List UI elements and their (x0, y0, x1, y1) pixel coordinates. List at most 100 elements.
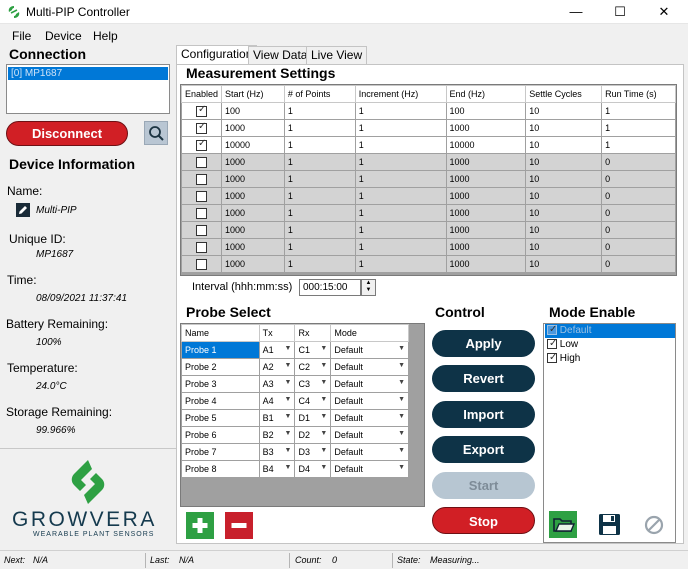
cell-end[interactable]: 1000 (445, 119, 527, 137)
chevron-down-icon[interactable]: ▼ (398, 464, 405, 474)
enabled-cell[interactable] (180, 238, 223, 256)
probe-mode-dropdown[interactable]: Default ▼ (330, 426, 409, 444)
probe-name-cell[interactable]: Probe 7 (181, 443, 260, 461)
cell-start[interactable]: 1000 (221, 119, 285, 137)
disconnect-button[interactable]: Disconnect (6, 121, 128, 146)
col-name[interactable]: Name (181, 324, 260, 342)
cell-settle[interactable]: 10 (525, 136, 603, 154)
cell-inc[interactable]: 1 (354, 187, 447, 205)
chevron-down-icon[interactable]: ▼ (285, 413, 292, 423)
chevron-down-icon[interactable]: ▼ (398, 396, 405, 406)
cell-inc[interactable]: 1 (354, 153, 447, 171)
chevron-down-icon[interactable]: ▼ (320, 447, 327, 457)
cell-points[interactable]: 1 (283, 238, 356, 256)
cell-end[interactable]: 1000 (445, 170, 527, 188)
probe-tx-dropdown[interactable]: A3 ▼ (258, 375, 296, 393)
cell-end[interactable]: 1000 (445, 204, 527, 222)
cell-settle[interactable]: 10 (525, 238, 603, 256)
cell-run[interactable]: 0 (601, 170, 676, 188)
col-tx[interactable]: Tx (258, 324, 296, 342)
enabled-cell[interactable] (180, 119, 223, 137)
combo[interactable]: C3 ▼ (298, 379, 327, 389)
probe-rx-dropdown[interactable]: C2 ▼ (294, 358, 332, 376)
cell-inc[interactable]: 1 (354, 170, 447, 188)
cell-points[interactable]: 1 (283, 102, 356, 120)
chevron-down-icon[interactable]: ▼ (285, 396, 292, 406)
combo[interactable]: A3 ▼ (263, 379, 292, 389)
enabled-cell[interactable] (180, 221, 223, 239)
combo[interactable]: C4 ▼ (298, 396, 327, 406)
open-folder-button[interactable] (549, 511, 577, 538)
cell-run[interactable]: 0 (601, 221, 676, 239)
probe-mode-dropdown[interactable]: Default ▼ (330, 392, 409, 410)
probe-mode-dropdown[interactable]: Default ▼ (330, 358, 409, 376)
cell-settle[interactable]: 10 (525, 102, 603, 120)
menu-help[interactable]: Help (93, 29, 118, 43)
cell-settle[interactable]: 10 (525, 255, 603, 273)
col-points[interactable]: # of Points (283, 85, 356, 103)
combo[interactable]: Default ▼ (334, 430, 405, 440)
cell-settle[interactable]: 10 (525, 170, 603, 188)
cell-settle[interactable]: 10 (525, 119, 603, 137)
minimize-button[interactable]: — (554, 0, 598, 24)
chevron-down-icon[interactable]: ▼ (320, 413, 327, 423)
chevron-down-icon[interactable]: ▼ (285, 362, 292, 372)
probe-rx-dropdown[interactable]: C3 ▼ (294, 375, 332, 393)
cell-points[interactable]: 1 (283, 187, 356, 205)
combo[interactable]: D4 ▼ (298, 464, 327, 474)
cell-inc[interactable]: 1 (354, 136, 447, 154)
cell-start[interactable]: 1000 (221, 221, 285, 239)
tab-view-data[interactable]: View Data (248, 46, 313, 64)
maximize-button[interactable]: ☐ (598, 0, 642, 24)
probe-mode-dropdown[interactable]: Default ▼ (330, 409, 409, 427)
probe-name-cell[interactable]: Probe 2 (181, 358, 260, 376)
probe-tx-dropdown[interactable]: B2 ▼ (258, 426, 296, 444)
combo[interactable]: D3 ▼ (298, 447, 327, 457)
probe-rx-dropdown[interactable]: D3 ▼ (294, 443, 332, 461)
tab-live-view[interactable]: Live View (306, 46, 368, 64)
cell-run[interactable]: 1 (601, 119, 676, 137)
cell-points[interactable]: 1 (283, 221, 356, 239)
cell-end[interactable]: 10000 (445, 136, 527, 154)
cell-run[interactable]: 0 (601, 187, 676, 205)
interval-input[interactable]: 000:15:00 (299, 279, 361, 296)
remove-probe-button[interactable] (225, 512, 253, 539)
cell-settle[interactable]: 10 (525, 153, 603, 171)
probe-name-cell[interactable]: Probe 1 (181, 341, 260, 359)
combo[interactable]: Default ▼ (334, 379, 405, 389)
enabled-checkbox[interactable] (196, 207, 208, 219)
probe-name-cell[interactable]: Probe 8 (181, 460, 260, 478)
chevron-down-icon[interactable]: ▼ (320, 362, 327, 372)
cell-run[interactable]: 0 (601, 255, 676, 273)
apply-button[interactable]: Apply (432, 330, 535, 357)
cell-points[interactable]: 1 (283, 119, 356, 137)
mode-item-low[interactable]: Low (545, 337, 675, 352)
chevron-down-icon[interactable]: ▼ (398, 413, 405, 423)
device-list[interactable]: [0] MP1687 (6, 64, 170, 114)
cell-inc[interactable]: 1 (354, 102, 447, 120)
spin-down-icon[interactable]: ▼ (362, 287, 375, 294)
probe-tx-dropdown[interactable]: B4 ▼ (258, 460, 296, 478)
cell-run[interactable]: 0 (601, 204, 676, 222)
chevron-down-icon[interactable]: ▼ (285, 430, 292, 440)
combo[interactable]: Default ▼ (334, 345, 405, 355)
enabled-cell[interactable] (180, 170, 223, 188)
col-end[interactable]: End (Hz) (445, 85, 527, 103)
save-button[interactable] (595, 511, 623, 538)
cell-end[interactable]: 1000 (445, 221, 527, 239)
probe-rx-dropdown[interactable]: D2 ▼ (294, 426, 332, 444)
cell-start[interactable]: 1000 (221, 153, 285, 171)
cell-run[interactable]: 1 (601, 102, 676, 120)
cell-run[interactable]: 0 (601, 238, 676, 256)
probe-name-cell[interactable]: Probe 4 (181, 392, 260, 410)
cell-end[interactable]: 1000 (445, 153, 527, 171)
chevron-down-icon[interactable]: ▼ (320, 430, 327, 440)
combo[interactable]: A1 ▼ (263, 345, 292, 355)
cell-start[interactable]: 1000 (221, 170, 285, 188)
edit-name-button[interactable] (16, 203, 30, 217)
combo[interactable]: C2 ▼ (298, 362, 327, 372)
cell-inc[interactable]: 1 (354, 221, 447, 239)
cell-end[interactable]: 100 (445, 102, 527, 120)
chevron-down-icon[interactable]: ▼ (320, 379, 327, 389)
chevron-down-icon[interactable]: ▼ (285, 447, 292, 457)
